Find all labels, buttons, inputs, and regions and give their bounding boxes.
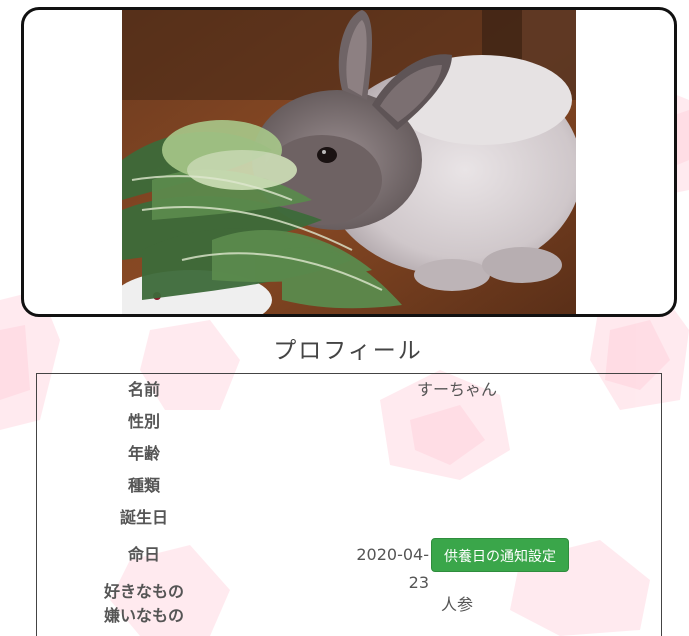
gender-label: 性別 [127, 412, 160, 431]
likes-dislikes-value: 人参 [440, 595, 473, 614]
name-value: すーちゃん [416, 380, 497, 399]
age-label: 年齢 [127, 444, 160, 463]
name-label: 名前 [127, 380, 160, 399]
profile-table: 名前 すーちゃん 性別 年齢 種類 誕生日 命日 2020-04-23 供養日の… [36, 373, 662, 636]
rabbit-photo [122, 10, 576, 314]
species-label: 種類 [127, 476, 160, 495]
pet-photo-frame [21, 7, 677, 317]
deathday-label: 命日 [127, 545, 160, 564]
profile-row-birthday: 誕生日 [37, 504, 661, 532]
likes-label: 好きなもの [103, 582, 184, 601]
profile-row-name: 名前 すーちゃん [37, 376, 661, 404]
profile-page: プロフィール 名前 すーちゃん 性別 年齢 種類 誕生日 命日 2020-04-… [0, 0, 689, 636]
dislikes-label: 嫌いなもの [103, 606, 184, 625]
profile-row-deathday: 命日 2020-04-23 供養日の通知設定 [37, 538, 661, 592]
profile-row-gender: 性別 [37, 408, 661, 436]
memorial-notification-button[interactable]: 供養日の通知設定 [431, 538, 569, 572]
profile-row-age: 年齢 [37, 440, 661, 468]
birthday-label: 誕生日 [119, 508, 168, 527]
profile-title: プロフィール [273, 338, 423, 364]
profile-row-species: 種類 [37, 472, 661, 500]
profile-row-likes-dislikes: 好きなもの 嫌いなもの 人参 [37, 580, 661, 632]
